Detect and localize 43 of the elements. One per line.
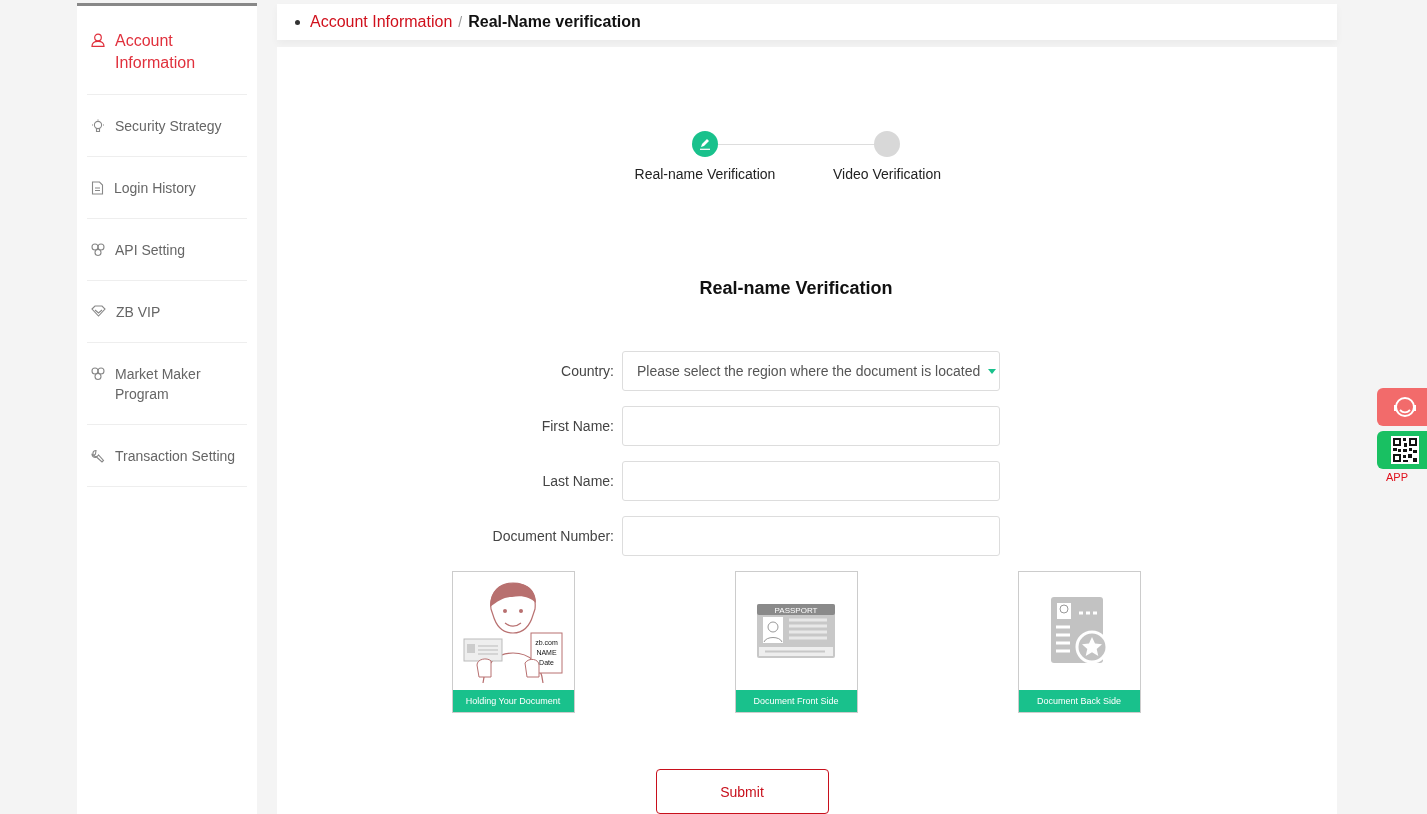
caret-icon (988, 368, 996, 374)
passport-text: PASSPORT (774, 605, 818, 615)
field-label: Last Name: (541, 473, 614, 489)
sidebar-item[interactable]: Account Information (87, 6, 247, 95)
breadcrumb-current: Real-Name verification (468, 13, 641, 31)
upload-card[interactable]: PASSPORT Document Front Side (734, 571, 858, 713)
support-button[interactable] (1377, 388, 1427, 426)
document-icon (91, 181, 104, 195)
app-qr-button[interactable] (1377, 431, 1427, 469)
field-label: First Name: (540, 418, 614, 434)
breadcrumb-separator: / (458, 14, 463, 30)
wrench-icon (91, 449, 105, 463)
sidebar-item[interactable]: Security Strategy (87, 95, 247, 157)
upload-caption: Document Back Side (1018, 690, 1140, 712)
cluster-icon (91, 367, 105, 381)
diamond-icon (91, 305, 106, 317)
upload-caption: Holding Your Document (452, 690, 574, 712)
input-field[interactable] (622, 406, 1000, 446)
pencil-icon (699, 138, 711, 150)
sidebar-item[interactable]: ZB VIP (87, 281, 247, 343)
breadcrumb-link[interactable]: Account Information (310, 13, 453, 31)
lightbulb-icon (91, 119, 105, 133)
cluster-icon (91, 243, 105, 257)
field-label: Document Number: (491, 528, 614, 544)
section-title: Real-name Verification (699, 278, 893, 299)
sidebar-item[interactable]: Login History (87, 157, 247, 219)
bullet-icon (295, 19, 300, 25)
step-label: Video Verification (833, 166, 941, 182)
qr-code-icon (1391, 436, 1419, 464)
headset-icon (1392, 396, 1418, 418)
submit-button[interactable]: Submit (655, 769, 829, 814)
sidebar-item[interactable]: API Setting (87, 219, 247, 281)
upload-caption: Document Front Side (735, 690, 857, 712)
sidebar-item[interactable]: Market Maker Program (87, 343, 247, 425)
app-label: APP (1385, 471, 1409, 483)
country-dropdown[interactable]: Please select the region where the document is located (622, 351, 1000, 391)
field-label: Country: (560, 363, 614, 379)
step-label: Real-name Verification (634, 166, 776, 182)
sidebar-item[interactable]: Transaction Setting (87, 425, 247, 487)
person-icon (91, 33, 105, 47)
id-card-star-drawing (1049, 597, 1109, 665)
input-field[interactable] (622, 516, 1000, 556)
input-field[interactable] (622, 461, 1000, 501)
